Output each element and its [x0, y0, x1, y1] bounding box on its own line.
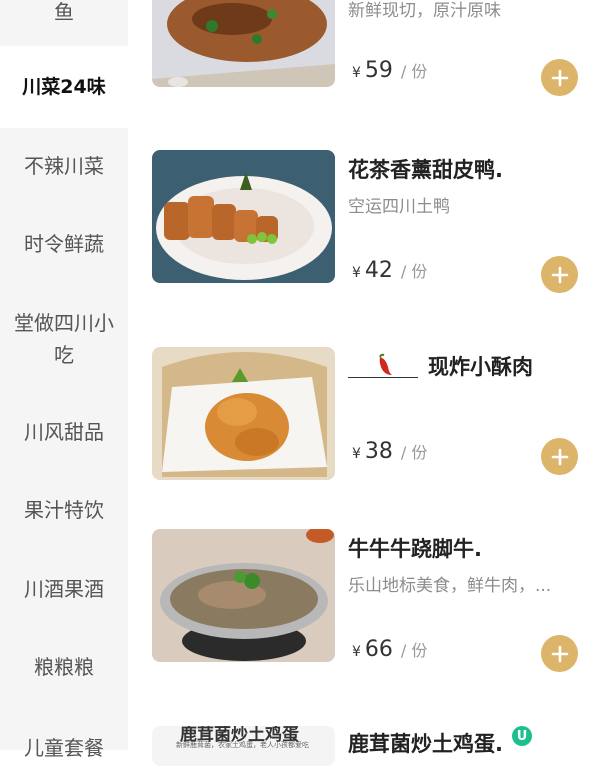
thumb-subtitle: 新鲜鹿茸菌，农家土鸡蛋，老人小孩都爱吃: [176, 741, 309, 749]
dish-price: ¥ 59 / 份: [352, 58, 428, 83]
menu-item[interactable]: 新鲜现切，原汁原味 ¥ 59 / 份: [152, 0, 600, 97]
dish-image: [152, 150, 335, 283]
sidebar-item-seasonal-veg[interactable]: 时令鲜蔬: [0, 224, 128, 264]
badge-icon: U: [512, 726, 532, 746]
dish-price: ¥ 66 / 份: [352, 637, 428, 662]
dish-name: 鹿茸菌炒土鸡蛋.: [348, 732, 503, 756]
sidebar-item-desserts[interactable]: 川风甜品: [0, 412, 128, 452]
dish-image: 鹿茸菌炒土鸡蛋 新鲜鹿茸菌，农家土鸡蛋，老人小孩都爱吃: [152, 726, 335, 766]
dish-description: 乐山地标美食，鲜牛肉，...: [348, 576, 552, 596]
sidebar-item-drinks[interactable]: 果汁特饮: [0, 490, 128, 530]
dish-price: ¥ 42 / 份: [352, 258, 428, 283]
dish-image: [152, 0, 335, 87]
sidebar-item-kids-meal[interactable]: 儿童套餐: [0, 728, 128, 768]
category-sidebar: 鱼 川菜24味 不辣川菜 时令鲜蔬 堂做四川小吃 川风甜品 果汁特饮 川酒果酒 …: [0, 0, 128, 760]
menu-item[interactable]: 鹿茸菌炒土鸡蛋 新鲜鹿茸菌，农家土鸡蛋，老人小孩都爱吃 鹿茸菌炒土鸡蛋. U: [152, 726, 600, 766]
dish-price: ¥ 38 / 份: [352, 439, 428, 464]
dish-description: 空运四川土鸭: [348, 197, 450, 217]
add-to-cart-button[interactable]: [541, 635, 578, 672]
add-to-cart-button[interactable]: [541, 59, 578, 96]
sidebar-item-grains[interactable]: 粮粮粮: [0, 647, 128, 687]
plus-icon: [551, 645, 568, 662]
menu-item[interactable]: 牛牛牛跷脚牛. 乐山地标美食，鲜牛肉，... ¥ 66 / 份: [152, 529, 600, 674]
menu-item[interactable]: 现炸小酥肉 ¥ 38 / 份: [152, 347, 600, 487]
plus-icon: [551, 69, 568, 86]
dish-image: [152, 347, 335, 480]
add-to-cart-button[interactable]: [541, 256, 578, 293]
dish-name: 现炸小酥肉: [428, 355, 533, 379]
dish-name: 牛牛牛跷脚牛.: [348, 537, 482, 561]
plus-icon: [551, 448, 568, 465]
add-to-cart-button[interactable]: [541, 438, 578, 475]
sidebar-item-fish[interactable]: 鱼: [0, 0, 128, 32]
sidebar-item-liquor[interactable]: 川酒果酒: [0, 569, 128, 609]
sidebar-item-sichuan-24[interactable]: 川菜24味: [0, 46, 128, 128]
dish-name: 花茶香薰甜皮鸭.: [348, 158, 503, 182]
plus-icon: [551, 266, 568, 283]
chili-pepper-icon: [348, 353, 418, 378]
dish-description: 新鲜现切，原汁原味: [348, 1, 501, 21]
sidebar-item-snacks[interactable]: 堂做四川小吃: [0, 306, 128, 372]
dish-image: [152, 529, 335, 662]
sidebar-item-not-spicy[interactable]: 不辣川菜: [0, 146, 128, 186]
menu-item[interactable]: 花茶香薰甜皮鸭. 空运四川土鸭 ¥ 42 / 份: [152, 150, 600, 295]
